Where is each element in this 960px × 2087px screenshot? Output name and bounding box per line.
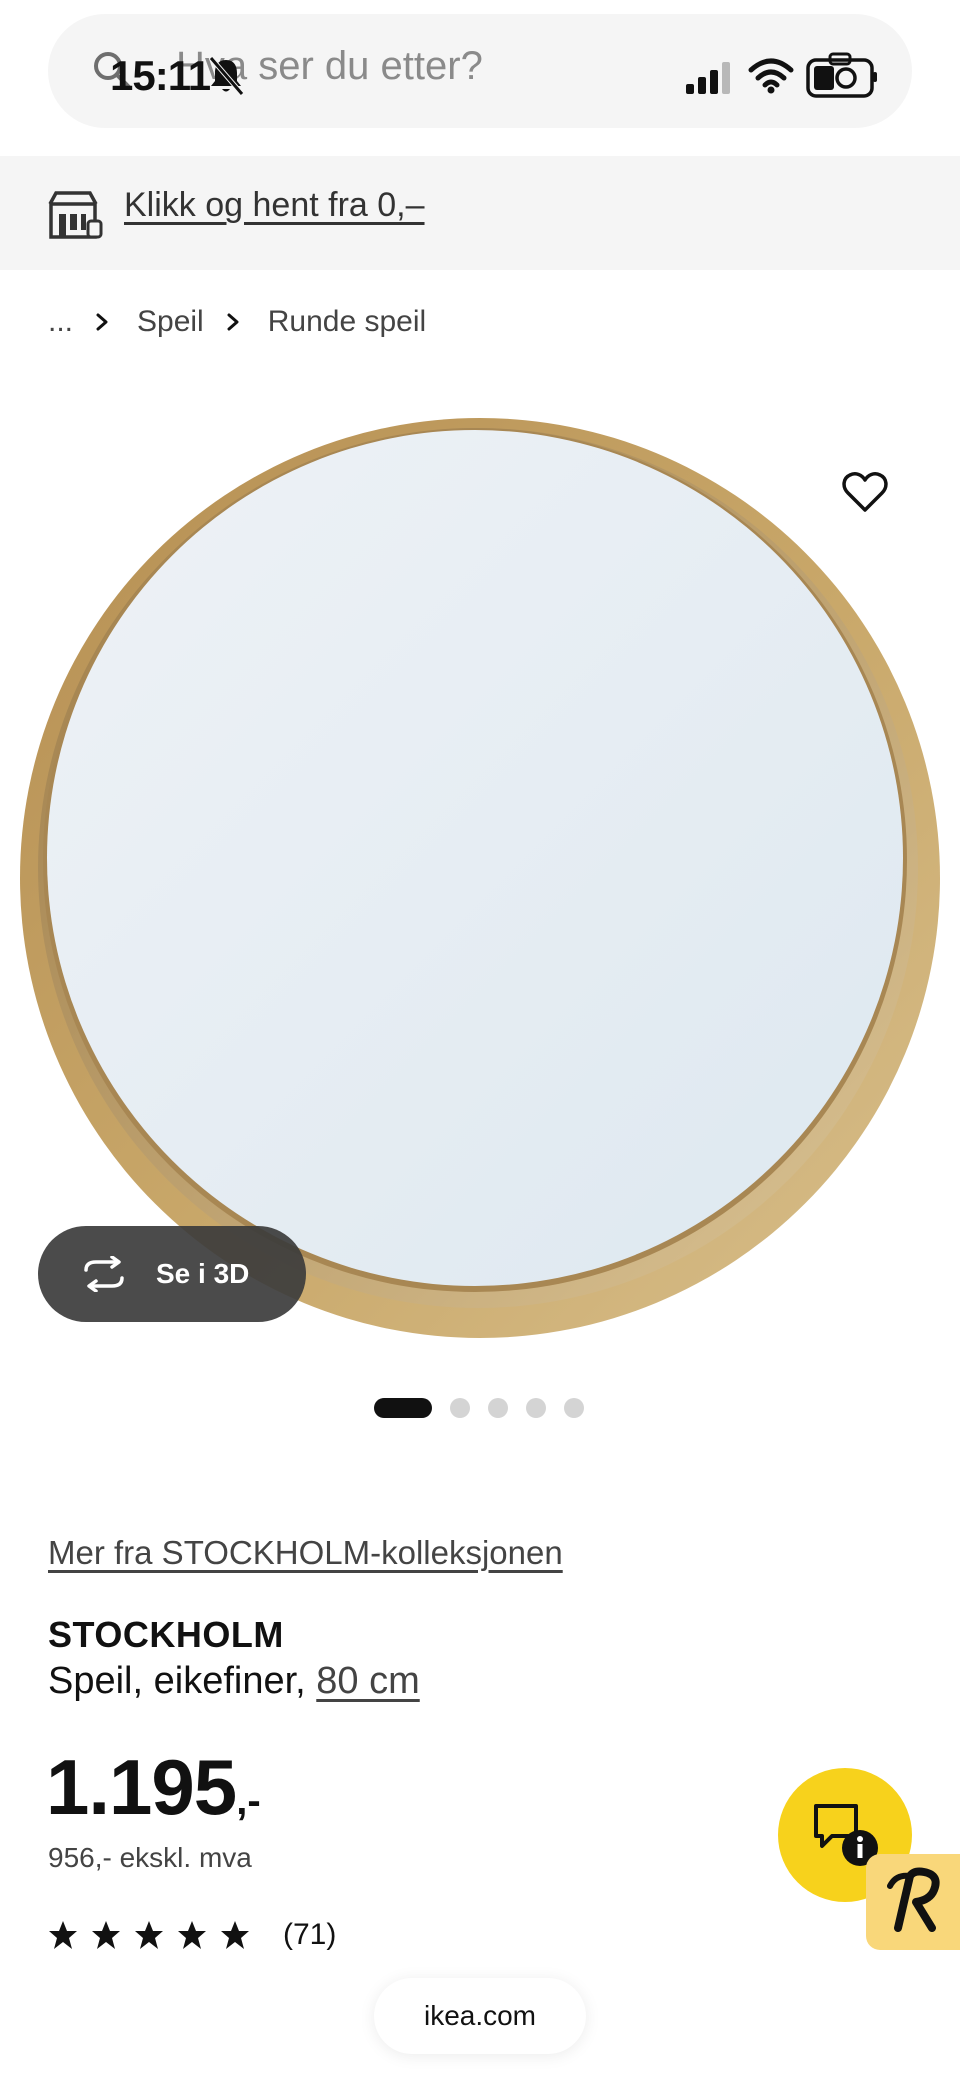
status-time: 15:11 (110, 52, 211, 99)
breadcrumb-ellipsis[interactable]: ... (48, 305, 73, 339)
rating-count: (71) (283, 1918, 337, 1951)
collection-link[interactable]: Mer fra STOCKHOLM-kolleksjonen (48, 1534, 563, 1572)
gallery-dot-4[interactable] (526, 1398, 546, 1418)
gallery-dot-5[interactable] (564, 1398, 584, 1418)
gallery-dot-1[interactable] (374, 1398, 432, 1418)
chevron-right-icon (227, 313, 239, 331)
favorite-heart-icon[interactable] (842, 470, 888, 514)
star-icon (221, 1921, 249, 1949)
product-page: Hva ser du etter? 15:11 Klikk og hent fr… (0, 0, 960, 2087)
star-icon (92, 1921, 120, 1949)
signal-icon (686, 62, 730, 94)
star-icon (178, 1921, 206, 1949)
price-integer: 1.195 (46, 1743, 237, 1831)
product-description-text: Speil, eikefiner, (48, 1660, 317, 1702)
size-link[interactable]: 80 cm (316, 1660, 419, 1702)
breadcrumb-item-speil[interactable]: Speil (137, 305, 204, 339)
product-description: Speil, eikefiner, 80 cm (48, 1660, 420, 1703)
gallery-dot-2[interactable] (450, 1398, 470, 1418)
gallery-dot-3[interactable] (488, 1398, 508, 1418)
breadcrumb-item-runde-speil[interactable]: Runde speil (268, 305, 426, 339)
price-suffix: ,- (236, 1779, 261, 1823)
wifi-icon (748, 58, 794, 94)
store-icon (48, 191, 103, 239)
camera-icon (806, 52, 877, 98)
star-icon (49, 1921, 77, 1949)
r-logo-icon (887, 1867, 940, 1932)
click-collect-link[interactable]: Klikk og hent fra 0,– (124, 186, 425, 225)
price-ex-vat: 956,- ekskl. mva (48, 1842, 252, 1873)
product-name: STOCKHOLM (48, 1614, 284, 1655)
view-3d-label: Se i 3D (156, 1258, 250, 1289)
star-icon (135, 1921, 163, 1949)
gallery-dots (374, 1398, 602, 1418)
bell-muted-icon (209, 56, 244, 96)
price: 1.195,- (46, 1742, 261, 1833)
chevron-right-icon (96, 313, 108, 331)
breadcrumb: ... Speil Runde speil (48, 302, 426, 342)
rating[interactable]: (71) (48, 1918, 336, 1952)
view-3d-button[interactable]: Se i 3D (38, 1226, 306, 1322)
rotate-3d-icon (84, 1256, 124, 1292)
product-image-mirror[interactable] (20, 410, 940, 1340)
browser-domain[interactable]: ikea.com (374, 1978, 586, 2054)
